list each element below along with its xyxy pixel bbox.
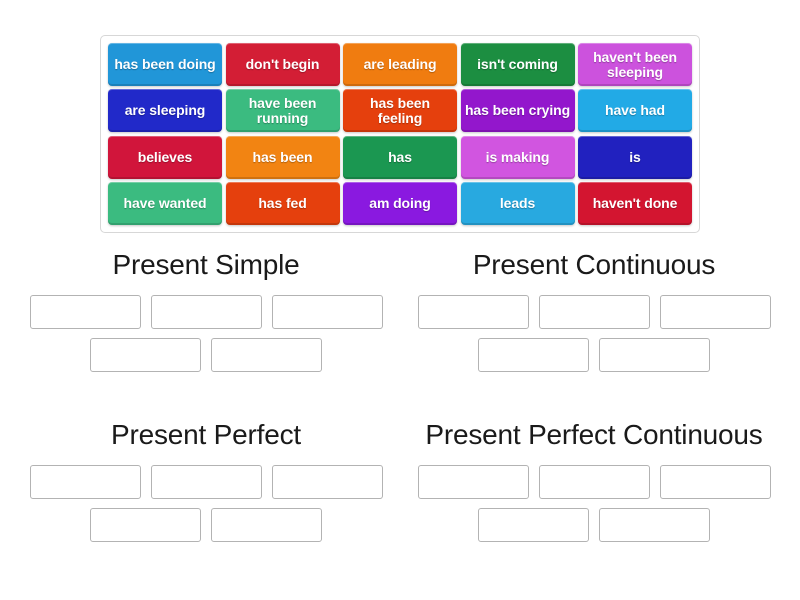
answer-slot[interactable] — [271, 465, 383, 499]
tile-row: are sleeping have been running has been fe… — [108, 89, 692, 133]
answer-slot[interactable] — [29, 295, 141, 329]
slot-row — [12, 465, 400, 499]
category-slot-rows — [400, 465, 788, 542]
word-tile[interactable]: have been running — [225, 89, 340, 133]
word-tile[interactable]: haven't done — [578, 181, 692, 225]
word-tile[interactable]: has fed — [225, 181, 340, 225]
word-tile[interactable]: have had — [578, 89, 692, 133]
answer-slot[interactable] — [90, 338, 201, 372]
category-title: Present Simple — [112, 249, 300, 280]
category-title: Present Continuous — [472, 249, 716, 280]
category-column: Present Simple — [12, 248, 400, 408]
word-tile[interactable]: isn't coming — [460, 43, 575, 86]
answer-slot[interactable] — [271, 295, 383, 329]
answer-slot[interactable] — [538, 295, 650, 329]
category-drop-zones: Present Simple Present Continuous Present … — [0, 248, 800, 578]
word-tile[interactable]: is making — [460, 135, 575, 179]
answer-slot[interactable] — [538, 465, 650, 499]
answer-slot[interactable] — [150, 465, 262, 499]
word-tile[interactable]: has been crying — [460, 89, 575, 133]
word-tile[interactable]: am doing — [343, 181, 457, 225]
answer-slot[interactable] — [90, 508, 201, 542]
answer-slot[interactable] — [599, 508, 710, 542]
slot-row — [400, 338, 788, 372]
slot-row — [12, 338, 400, 372]
word-tile-bank: has been doing don't begin are leading isn'… — [100, 35, 700, 233]
category-column: Present Perfect Continuous — [400, 418, 788, 578]
tile-row: believes has been has is making is — [108, 135, 692, 179]
answer-slot[interactable] — [417, 295, 529, 329]
answer-slot[interactable] — [29, 465, 141, 499]
category-slot-rows — [12, 295, 400, 372]
category-title: Present Perfect Continuous — [425, 419, 763, 450]
slot-row — [400, 465, 788, 499]
slot-row — [12, 508, 400, 542]
word-tile[interactable]: don't begin — [225, 43, 340, 86]
word-tile[interactable]: have wanted — [108, 181, 222, 225]
answer-slot[interactable] — [211, 338, 322, 372]
word-tile[interactable]: believes — [108, 135, 222, 179]
category-column: Present Continuous — [400, 248, 788, 408]
word-tile[interactable]: has been — [225, 135, 340, 179]
answer-slot[interactable] — [417, 465, 529, 499]
word-tile[interactable]: leads — [460, 181, 575, 225]
word-tile[interactable]: are leading — [343, 43, 457, 86]
category-title: Present Perfect — [111, 419, 301, 450]
word-tile[interactable]: are sleeping — [108, 89, 222, 133]
slot-row — [400, 295, 788, 329]
word-tile[interactable]: has — [343, 135, 457, 179]
answer-slot[interactable] — [478, 338, 589, 372]
answer-slot[interactable] — [211, 508, 322, 542]
category-slot-rows — [400, 295, 788, 372]
answer-slot[interactable] — [659, 465, 771, 499]
tile-row: have wanted has fed am doing leads haven't d… — [108, 181, 692, 225]
answer-slot[interactable] — [478, 508, 589, 542]
answer-slot[interactable] — [150, 295, 262, 329]
word-tile[interactable]: has been feeling — [343, 89, 457, 133]
tile-row: has been doing don't begin are leading isn'… — [108, 43, 692, 86]
category-slot-rows — [12, 465, 400, 542]
category-column: Present Perfect — [12, 418, 400, 578]
word-tile[interactable]: has been doing — [108, 43, 222, 86]
slot-row — [400, 508, 788, 542]
answer-slot[interactable] — [659, 295, 771, 329]
answer-slot[interactable] — [599, 338, 710, 372]
slot-row — [12, 295, 400, 329]
word-tile[interactable]: haven't been sleeping — [578, 43, 692, 86]
word-tile[interactable]: is — [578, 135, 692, 179]
